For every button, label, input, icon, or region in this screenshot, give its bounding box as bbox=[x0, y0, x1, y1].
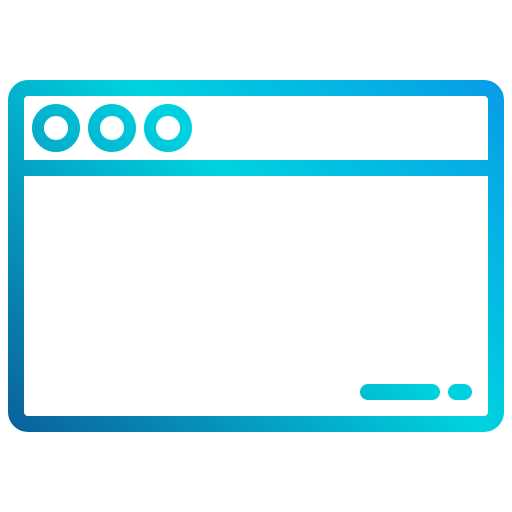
minimize-dot-icon[interactable] bbox=[88, 104, 136, 152]
browser-window-icon bbox=[8, 80, 504, 432]
small-indicator bbox=[448, 384, 472, 400]
icon-canvas bbox=[0, 0, 512, 512]
maximize-dot-icon[interactable] bbox=[144, 104, 192, 152]
window-controls bbox=[32, 104, 192, 152]
progress-bar bbox=[360, 384, 440, 400]
titlebar-divider bbox=[16, 160, 496, 176]
close-dot-icon[interactable] bbox=[32, 104, 80, 152]
window-frame bbox=[8, 80, 504, 432]
